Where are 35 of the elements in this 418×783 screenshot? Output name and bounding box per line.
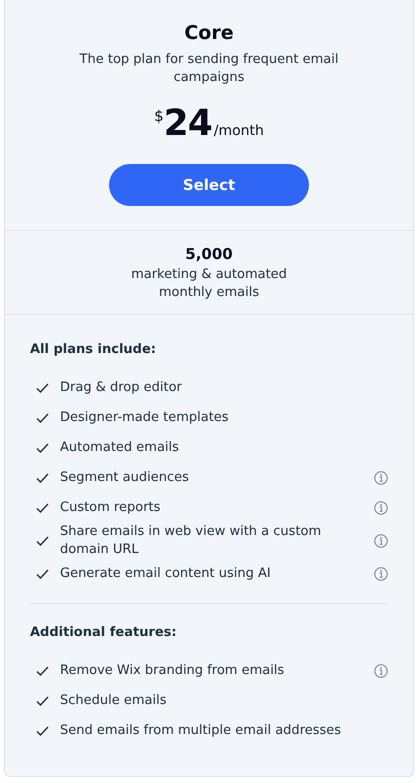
feature-text: Send emails from multiple email addresses [60,722,342,740]
feature-text: Automated emails [60,439,180,457]
section-title: All plans include: [30,342,158,357]
price-period: /month [214,123,264,139]
check-icon [36,666,49,676]
info-icon[interactable] [374,534,388,548]
info-icon[interactable] [374,471,388,485]
check-icon [36,383,49,393]
check-icon [36,696,49,706]
feature-text: Schedule emails [60,692,168,710]
info-icon[interactable] [374,501,388,515]
feature-text: Segment audiences [60,469,190,487]
check-icon [36,726,49,736]
info-icon[interactable] [374,567,388,581]
plan-description: The top plan for sending frequent email campaigns [78,51,340,87]
feature-text: Generate email content using AI [60,565,272,583]
select-button[interactable]: Select [109,164,309,206]
check-icon [36,536,49,546]
feature-text: Remove Wix branding from emails [60,662,286,680]
info-icon[interactable] [374,664,388,678]
feature-text: Share emails in web view with a custom domain URL [60,523,322,559]
check-icon [36,443,49,453]
check-icon [36,413,49,423]
price-amount: 24 [164,103,212,144]
plan-name: Core [184,22,234,44]
quota-label: marketing & automated monthly emails [130,266,288,302]
section-title: Additional features: [30,625,178,640]
feature-text: Drag & drop editor [60,379,183,397]
email-quota: 5,000 [185,245,233,263]
feature-text: Designer-made templates [60,409,230,427]
feature-text: Custom reports [60,499,162,517]
check-icon [36,569,49,579]
check-icon [36,503,49,513]
check-icon [36,473,49,483]
currency-symbol: $ [154,107,164,125]
